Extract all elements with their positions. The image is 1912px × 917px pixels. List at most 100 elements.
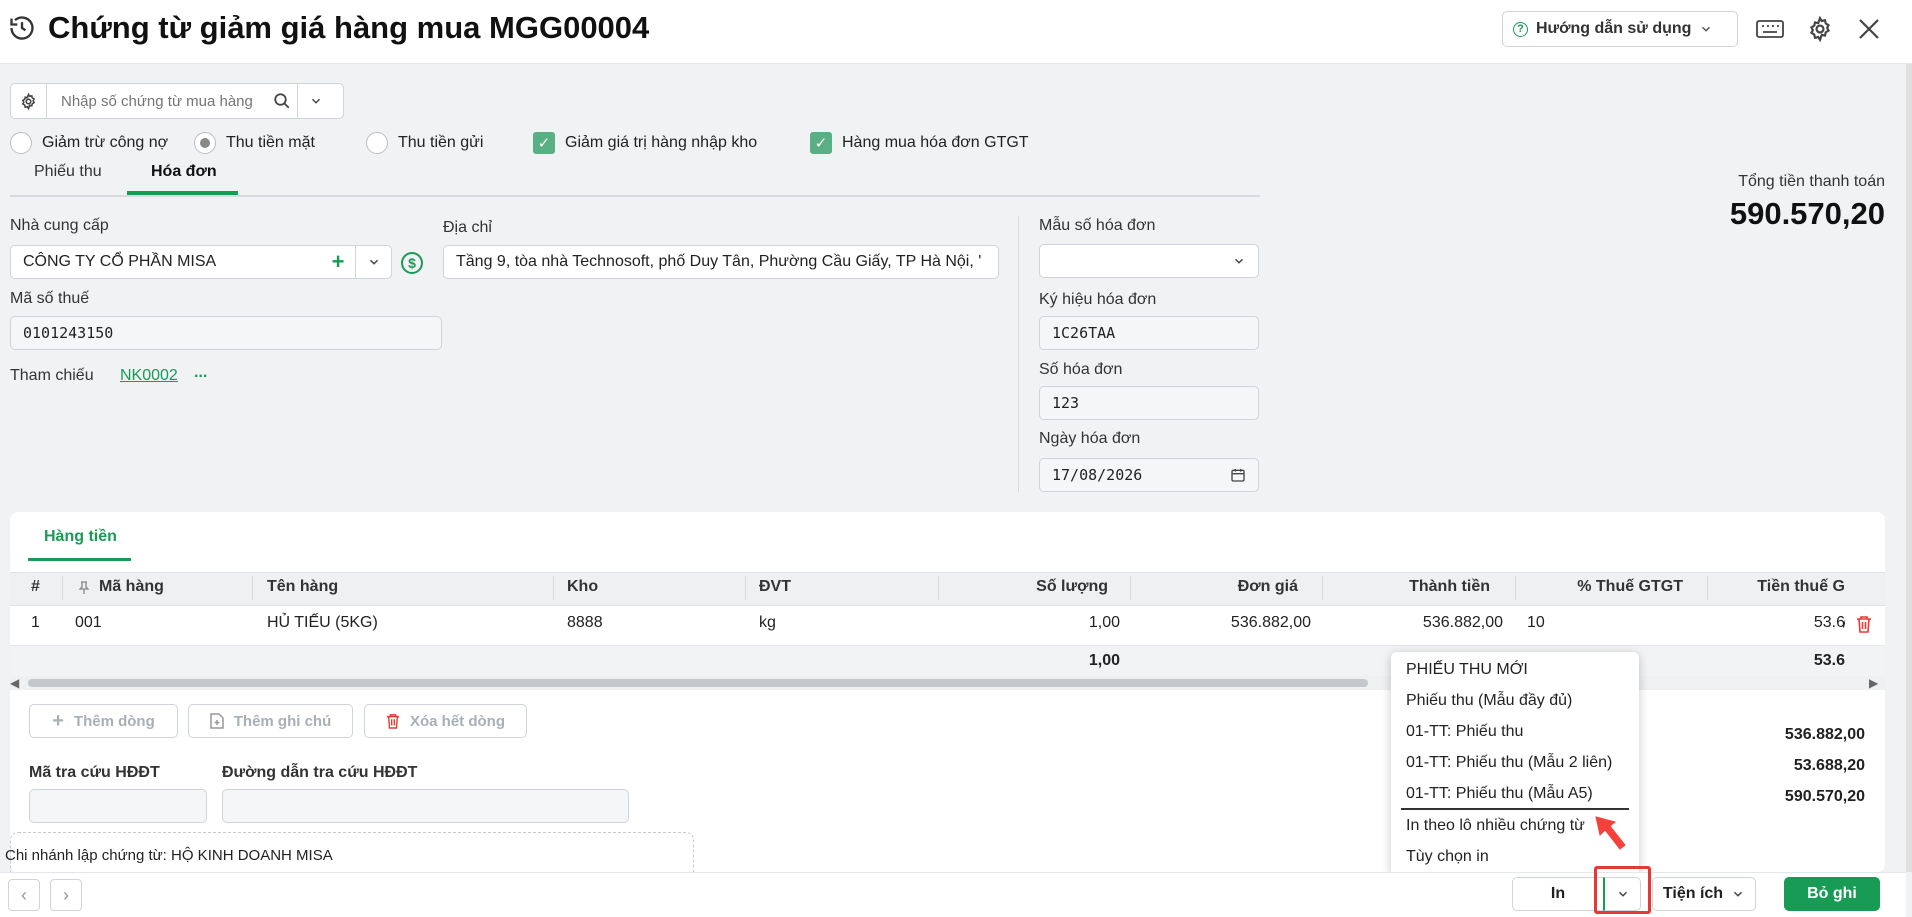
next-record-button[interactable]: › <box>50 879 82 911</box>
col-separator <box>1130 576 1131 600</box>
col-separator <box>1515 576 1516 600</box>
col-separator <box>938 576 939 600</box>
cell-vat-amount[interactable]: 53.6̸ <box>1700 614 1845 632</box>
lookup-code-field[interactable] <box>29 789 207 823</box>
keyboard-icon[interactable] <box>1753 12 1787 46</box>
close-icon[interactable] <box>1852 12 1886 46</box>
menu-item-batch-print[interactable]: In theo lô nhiều chứng từ <box>1406 817 1585 835</box>
cell-name[interactable]: HỦ TIẾU (5KG) <box>267 614 378 632</box>
cell-warehouse[interactable]: 8888 <box>567 614 603 632</box>
search-settings-icon[interactable] <box>11 84 47 118</box>
option-giam-tru[interactable]: Giảm trừ công nợ <box>10 132 168 154</box>
help-label: Hướng dẫn sử dụng <box>1536 20 1692 37</box>
lookup-url-field[interactable] <box>222 789 629 823</box>
note-icon <box>210 713 224 729</box>
invoice-form-select[interactable] <box>1039 244 1259 278</box>
col-amount[interactable]: Thành tiền <box>1322 578 1490 596</box>
invoice-symbol-label: Ký hiệu hóa đơn <box>1039 291 1157 308</box>
menu-item-01tt-a5[interactable]: 01-TT: Phiếu thu (Mẫu A5) <box>1406 785 1593 803</box>
dollar-icon[interactable]: $ <box>401 252 423 274</box>
total-value: 590.570,20 <box>1729 196 1885 231</box>
option-thu-tien-gui-label: Thu tiền gửi <box>398 134 484 151</box>
search-icon[interactable] <box>267 92 297 110</box>
tab-phieu-thu[interactable]: Phiếu thu <box>34 163 102 181</box>
menu-item-phieu-thu-day-du[interactable]: Phiếu thu (Mẫu đầy đủ) <box>1406 692 1572 710</box>
tab-hoa-don[interactable]: Hóa đơn <box>151 163 217 181</box>
col-vat-amount[interactable]: Tiền thuế G <box>1700 578 1845 596</box>
cell-price[interactable]: 536.882,00 <box>1130 614 1311 632</box>
history-icon[interactable] <box>8 14 36 42</box>
col-separator <box>62 576 63 600</box>
add-supplier-icon[interactable]: + <box>321 249 355 275</box>
invoice-date-field[interactable]: 17/08/2026 <box>1039 458 1259 492</box>
invoice-number-field[interactable]: 123 <box>1039 386 1259 420</box>
red-arrow-pointer <box>1595 816 1626 850</box>
invoice-symbol-field[interactable]: 1C26TAA <box>1039 316 1259 350</box>
reference-link[interactable]: NK0002 <box>120 367 178 385</box>
cell-amount[interactable]: 536.882,00 <box>1322 614 1503 632</box>
menu-item-phieu-thu-moi[interactable]: PHIẾU THU MỚI <box>1406 661 1528 679</box>
option-hang-mua-hd[interactable]: ✓ Hàng mua hóa đơn GTGT <box>810 132 1029 154</box>
delete-all-button[interactable]: Xóa hết dòng <box>364 704 527 738</box>
radio-thu-tien-gui[interactable] <box>366 132 388 154</box>
reference-more-button[interactable]: ... <box>194 364 207 382</box>
radio-thu-tien-mat[interactable] <box>194 132 216 154</box>
address-field[interactable]: Tầng 9, tòa nhà Technosoft, phố Duy Tân,… <box>443 245 999 279</box>
chevron-down-icon <box>1702 26 1711 32</box>
option-hang-mua-hd-label: Hàng mua hóa đơn GTGT <box>842 134 1029 151</box>
add-note-button[interactable]: Thêm ghi chú <box>188 704 353 738</box>
delete-row-icon[interactable] <box>1856 615 1872 633</box>
calendar-icon[interactable] <box>1230 467 1246 483</box>
col-name[interactable]: Tên hàng <box>267 578 338 596</box>
cell-code[interactable]: 001 <box>75 614 102 632</box>
radio-giam-tru[interactable] <box>10 132 32 154</box>
cell-vat[interactable]: 10 <box>1527 614 1545 632</box>
prev-record-button[interactable]: ‹ <box>8 879 40 911</box>
col-unit[interactable]: ĐVT <box>759 578 791 596</box>
menu-item-print-options[interactable]: Tùy chọn in <box>1406 848 1489 866</box>
check-icon[interactable]: ✓ <box>810 132 832 154</box>
pin-icon[interactable] <box>78 581 90 595</box>
supplier-value: CÔNG TY CỔ PHẦN MISA <box>23 253 217 270</box>
print-button[interactable]: In <box>1512 877 1604 911</box>
highlight-box <box>1594 866 1651 914</box>
cell-quantity[interactable]: 1,00 <box>940 614 1120 632</box>
save-button[interactable]: Bỏ ghi <box>1784 877 1880 911</box>
search-input[interactable] <box>47 86 267 116</box>
branch-label: Chi nhánh lập chứng từ: HỘ KINH DOANH MI… <box>5 847 333 864</box>
cell-index[interactable]: 1 <box>31 614 40 632</box>
form-divider <box>1018 216 1019 492</box>
search-box <box>10 83 344 119</box>
option-giam-gia-tri-label: Giảm giá trị hàng nhập kho <box>565 134 758 151</box>
col-vat[interactable]: % Thuế GTGT <box>1515 578 1683 596</box>
col-quantity[interactable]: Số lượng <box>940 578 1108 596</box>
scroll-right-icon[interactable]: ▶ <box>1869 676 1878 690</box>
scroll-left-icon[interactable]: ◀ <box>10 676 19 690</box>
menu-item-01tt[interactable]: 01-TT: Phiếu thu <box>1406 723 1523 741</box>
plus-icon: + <box>52 709 64 732</box>
menu-item-01tt-2-lien[interactable]: 01-TT: Phiếu thu (Mẫu 2 liên) <box>1406 754 1612 772</box>
supplier-dropdown-icon[interactable] <box>355 246 391 278</box>
help-button[interactable]: ? Hướng dẫn sử dụng <box>1502 11 1738 47</box>
utilities-button[interactable]: Tiện ích <box>1652 877 1756 911</box>
reference-label: Tham chiếu <box>10 367 94 384</box>
option-thu-tien-mat[interactable]: Thu tiền mặt <box>194 132 315 154</box>
supplier-label: Nhà cung cấp <box>10 217 109 234</box>
lookup-code-label: Mã tra cứu HĐĐT <box>29 764 160 781</box>
col-warehouse[interactable]: Kho <box>567 578 598 596</box>
check-icon[interactable]: ✓ <box>533 132 555 154</box>
search-dropdown-button[interactable] <box>297 84 333 118</box>
add-row-button[interactable]: + Thêm dòng <box>29 704 178 738</box>
col-code[interactable]: Mã hàng <box>99 578 164 596</box>
tax-code-field[interactable]: 0101243150 <box>10 316 442 350</box>
col-price[interactable]: Đơn giá <box>1130 578 1298 596</box>
gear-icon[interactable] <box>1803 12 1837 46</box>
add-note-label: Thêm ghi chú <box>233 712 332 730</box>
cell-unit[interactable]: kg <box>759 614 776 632</box>
option-thu-tien-gui[interactable]: Thu tiền gửi <box>366 132 483 154</box>
tab-divider <box>10 195 1260 197</box>
supplier-field[interactable]: CÔNG TY CỔ PHẦN MISA + <box>10 245 392 279</box>
vertical-scrollbar[interactable] <box>1906 64 1912 872</box>
tab-hang-tien[interactable]: Hàng tiền <box>44 528 117 546</box>
option-giam-gia-tri[interactable]: ✓ Giảm giá trị hàng nhập kho <box>533 132 757 154</box>
